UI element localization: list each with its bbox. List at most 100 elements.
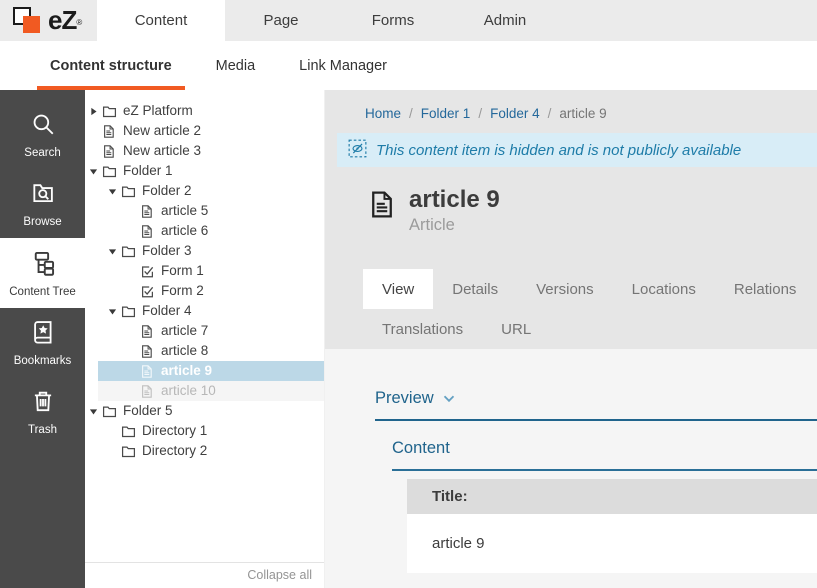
secondary-nav: Content structure Media Link Manager: [0, 41, 817, 90]
tab-details[interactable]: Details: [433, 269, 517, 309]
tree-item-label: eZ Platform: [123, 101, 193, 121]
tab-view[interactable]: View: [363, 269, 433, 309]
article-icon: [140, 224, 157, 239]
tab-locations[interactable]: Locations: [613, 269, 715, 309]
sidebar-item-browse[interactable]: Browse: [0, 169, 85, 238]
expand-arrow-icon[interactable]: [89, 167, 102, 176]
tree-item-article-7[interactable]: article 7: [85, 321, 324, 341]
ez-logo[interactable]: eZ ®: [0, 0, 97, 41]
tab-relations[interactable]: Relations: [715, 269, 816, 309]
top-tab-admin[interactable]: Admin: [449, 0, 561, 41]
content-type-label: Article: [409, 216, 500, 235]
tree-item-form-2[interactable]: Form 2: [85, 281, 324, 301]
tree-item-label: Folder 3: [142, 241, 192, 261]
breadcrumb-article-9: article 9: [559, 106, 606, 121]
form-icon: [140, 284, 157, 299]
content-tree-panel: eZ PlatformNew article 2New article 3Fol…: [85, 90, 325, 588]
expand-arrow-icon[interactable]: [108, 247, 121, 256]
tree-item-label: article 9: [161, 361, 212, 381]
folder-icon: [121, 244, 138, 259]
top-tab-forms[interactable]: Forms: [337, 0, 449, 41]
article-icon: [368, 189, 396, 235]
breadcrumb-separator: /: [478, 106, 482, 121]
breadcrumb-home[interactable]: Home: [365, 106, 401, 121]
tree-item-new-article-2[interactable]: New article 2: [85, 121, 324, 141]
tree-item-article-8[interactable]: article 8: [85, 341, 324, 361]
tree-item-article-9[interactable]: article 9: [98, 361, 324, 381]
tree-item-article-6[interactable]: article 6: [85, 221, 324, 241]
top-tabs: ContentPageFormsAdmin: [97, 0, 561, 41]
tree-item-label: Folder 1: [123, 161, 173, 181]
breadcrumb-folder-4[interactable]: Folder 4: [490, 106, 540, 121]
tree-item-article-5[interactable]: article 5: [85, 201, 324, 221]
folder-icon: [121, 424, 138, 439]
breadcrumb-separator: /: [548, 106, 552, 121]
top-tab-content[interactable]: Content: [97, 0, 225, 41]
subnav-item-media[interactable]: Media: [203, 41, 269, 90]
tree-item-label: article 7: [161, 321, 208, 341]
ez-logo-text: eZ: [48, 5, 76, 36]
trash-icon: [30, 388, 56, 415]
expand-arrow-icon[interactable]: [89, 407, 102, 416]
browse-icon: [30, 180, 56, 207]
main-header: Home/Folder 1/Folder 4/article 9 This co…: [325, 90, 817, 349]
title-block: article 9 Article: [368, 187, 817, 235]
tree-item-folder-1[interactable]: Folder 1: [85, 161, 324, 181]
ez-logo-icon: [13, 6, 46, 35]
sidebar-item-content-tree[interactable]: Content Tree: [0, 238, 85, 308]
main-content: Home/Folder 1/Folder 4/article 9 This co…: [325, 90, 817, 588]
tab-versions[interactable]: Versions: [517, 269, 613, 309]
field-label: Title:: [407, 479, 817, 514]
tree-item-directory-2[interactable]: Directory 2: [85, 441, 324, 461]
breadcrumb-folder-1[interactable]: Folder 1: [421, 106, 471, 121]
tree-footer: Collapse all: [85, 562, 324, 588]
field-value: article 9: [407, 514, 817, 573]
sidebar-item-search[interactable]: Search: [0, 100, 85, 169]
top-tab-page[interactable]: Page: [225, 0, 337, 41]
breadcrumb: Home/Folder 1/Folder 4/article 9: [325, 90, 817, 133]
tree-item-article-10[interactable]: article 10: [98, 381, 324, 401]
tab-url[interactable]: URL: [482, 309, 550, 349]
tree-item-new-article-3[interactable]: New article 3: [85, 141, 324, 161]
subnav-item-content-structure[interactable]: Content structure: [37, 41, 185, 90]
article-icon: [140, 344, 157, 359]
tree-item-label: Form 1: [161, 261, 204, 281]
article-icon: [140, 324, 157, 339]
chevron-down-icon: [443, 389, 455, 408]
expand-arrow-icon[interactable]: [108, 307, 121, 316]
sidebar-item-label: Search: [0, 147, 85, 159]
expand-arrow-icon[interactable]: [108, 187, 121, 196]
search-icon: [30, 111, 56, 138]
tree-item-label: Folder 4: [142, 301, 192, 321]
hidden-notice-text: This content item is hidden and is not p…: [376, 142, 741, 159]
content-tree: eZ PlatformNew article 2New article 3Fol…: [85, 101, 324, 461]
sidebar-item-bookmarks[interactable]: Bookmarks: [0, 308, 85, 377]
subnav-item-link-manager[interactable]: Link Manager: [286, 41, 400, 90]
tree-item-folder-2[interactable]: Folder 2: [85, 181, 324, 201]
tab-translations[interactable]: Translations: [363, 309, 482, 349]
tree-item-form-1[interactable]: Form 1: [85, 261, 324, 281]
tree-item-folder-5[interactable]: Folder 5: [85, 401, 324, 421]
registered-mark: ®: [76, 18, 82, 27]
folder-icon: [121, 444, 138, 459]
tree-item-label: Folder 2: [142, 181, 192, 201]
tree-item-folder-3[interactable]: Folder 3: [85, 241, 324, 261]
tree-item-label: New article 3: [123, 141, 201, 161]
form-icon: [140, 264, 157, 279]
preview-toggle[interactable]: Preview: [375, 389, 455, 408]
tree-item-label: article 5: [161, 201, 208, 221]
tree-item-ez-platform[interactable]: eZ Platform: [85, 101, 324, 121]
tree-item-label: article 6: [161, 221, 208, 241]
tree-item-label: Directory 2: [142, 441, 207, 461]
folder-icon: [121, 304, 138, 319]
collapse-all-link[interactable]: Collapse all: [247, 568, 312, 582]
folder-icon: [102, 164, 119, 179]
sidebar-item-label: Trash: [0, 424, 85, 436]
collapse-arrow-icon[interactable]: [89, 107, 102, 116]
tree-item-directory-1[interactable]: Directory 1: [85, 421, 324, 441]
bookmarks-icon: [30, 319, 56, 346]
tree-item-folder-4[interactable]: Folder 4: [85, 301, 324, 321]
sidebar-item-trash[interactable]: Trash: [0, 377, 85, 446]
sidebar-item-label: Content Tree: [0, 286, 85, 298]
folder-icon: [102, 104, 119, 119]
